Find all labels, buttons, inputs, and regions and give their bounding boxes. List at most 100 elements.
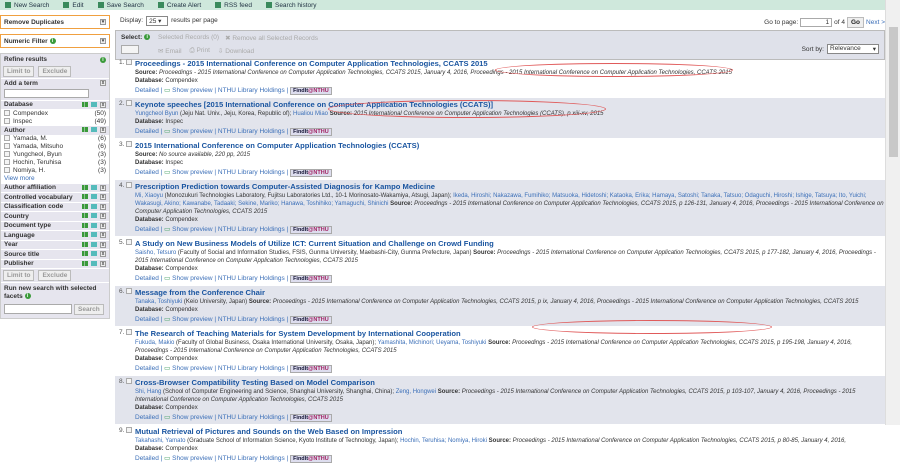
- preview-icon[interactable]: ▭: [164, 128, 170, 135]
- add-term-input[interactable]: [4, 88, 89, 98]
- chart-icon[interactable]: [82, 251, 88, 257]
- export-icon[interactable]: [91, 127, 97, 133]
- preview-icon[interactable]: ▭: [164, 365, 170, 372]
- collapse-icon[interactable]: x: [100, 127, 106, 134]
- remove-duplicates-panel[interactable]: Remove Duplicates ▾: [0, 15, 110, 29]
- select-all-dropdown[interactable]: [121, 45, 139, 54]
- export-icon[interactable]: [91, 203, 97, 209]
- result-checkbox[interactable]: [126, 329, 133, 336]
- result-title-link[interactable]: Prescription Prediction towards Computer…: [135, 182, 885, 191]
- checkbox[interactable]: [4, 143, 10, 150]
- facet-item[interactable]: Compendex (50): [1, 109, 109, 117]
- sort-select[interactable]: Relevance ▾: [827, 44, 879, 54]
- findit-button[interactable]: FindIt@NTHU: [290, 87, 332, 95]
- toolbar-item-2[interactable]: Save Search: [97, 2, 144, 9]
- view-more-link[interactable]: View more: [4, 175, 35, 182]
- detailed-link[interactable]: Detailed: [135, 226, 159, 233]
- facet-heading[interactable]: Year x: [1, 239, 109, 250]
- facet-search-input[interactable]: [4, 304, 72, 314]
- expand-icon[interactable]: x: [100, 222, 106, 229]
- preview-icon[interactable]: ▭: [164, 226, 170, 233]
- preview-icon[interactable]: ▭: [164, 316, 170, 323]
- chart-icon[interactable]: [82, 232, 88, 238]
- holdings-link[interactable]: NTHU Library Holdings: [218, 316, 285, 323]
- chart-icon[interactable]: [82, 222, 88, 228]
- search-button[interactable]: Search: [74, 304, 104, 315]
- expand-icon[interactable]: ▾: [100, 19, 106, 25]
- chart-icon[interactable]: [82, 213, 88, 219]
- show-preview-link[interactable]: Show preview: [172, 87, 212, 94]
- preview-icon[interactable]: ▭: [164, 414, 170, 421]
- expand-icon[interactable]: x: [100, 232, 106, 239]
- preview-icon[interactable]: ▭: [164, 275, 170, 282]
- holdings-link[interactable]: NTHU Library Holdings: [218, 169, 285, 176]
- preview-icon[interactable]: ▭: [164, 169, 170, 176]
- checkbox[interactable]: [4, 117, 10, 124]
- info-icon[interactable]: i: [144, 34, 151, 41]
- facet-heading[interactable]: Country x: [1, 211, 109, 221]
- show-preview-link[interactable]: Show preview: [172, 414, 212, 421]
- chart-icon[interactable]: [82, 260, 88, 266]
- facet-item[interactable]: Nomiya, H. (3): [1, 166, 109, 175]
- findit-button[interactable]: FindIt@NTHU: [290, 365, 332, 373]
- holdings-link[interactable]: NTHU Library Holdings: [218, 275, 285, 282]
- result-checkbox[interactable]: [126, 288, 133, 295]
- author-link[interactable]: Yungcheol Byun: [135, 111, 178, 117]
- show-preview-link[interactable]: Show preview: [172, 226, 212, 233]
- expand-icon[interactable]: x: [100, 184, 106, 191]
- preview-icon[interactable]: ▭: [164, 87, 170, 94]
- author-link[interactable]: Shi, Hang: [135, 389, 161, 395]
- facet-heading[interactable]: Language x: [1, 230, 109, 240]
- checkbox[interactable]: [4, 151, 10, 158]
- facet-item[interactable]: Yungcheol, Byun (3): [1, 150, 109, 159]
- holdings-link[interactable]: NTHU Library Holdings: [218, 87, 285, 94]
- holdings-link[interactable]: NTHU Library Holdings: [218, 365, 285, 372]
- checkbox[interactable]: [4, 167, 10, 174]
- author-link[interactable]: Fukuda, Makio: [135, 340, 174, 346]
- scrollbar-thumb[interactable]: [889, 27, 898, 157]
- checkbox[interactable]: [4, 159, 10, 166]
- findit-button[interactable]: FindIt@NTHU: [290, 414, 332, 422]
- facet-item[interactable]: Yamada, M. (6): [1, 134, 109, 143]
- collapse-icon[interactable]: x: [100, 101, 106, 108]
- chart-icon[interactable]: [82, 127, 88, 133]
- result-checkbox[interactable]: [126, 141, 133, 148]
- expand-icon[interactable]: x: [100, 260, 106, 267]
- holdings-link[interactable]: NTHU Library Holdings: [218, 226, 285, 233]
- remove-selected-button[interactable]: ✖ Remove all Selected Records: [225, 34, 318, 42]
- result-title-link[interactable]: Message from the Conference Chair: [135, 288, 885, 297]
- author-link[interactable]: Tanaka, Toshiyuki: [135, 299, 182, 305]
- result-title-link[interactable]: 2015 International Conference on Compute…: [135, 141, 885, 150]
- findit-button[interactable]: FindIt@NTHU: [290, 455, 332, 463]
- findit-button[interactable]: FindIt@NTHU: [290, 128, 332, 136]
- info-icon[interactable]: i: [49, 37, 56, 44]
- chart-icon[interactable]: [82, 203, 88, 209]
- limit-to-button[interactable]: Limit to: [3, 66, 35, 77]
- selected-records[interactable]: Selected Records (0): [158, 34, 219, 42]
- author-link[interactable]: Yamashita, Michinori; Ueyama, Toshiyuki: [378, 340, 487, 346]
- author-link[interactable]: Mi, Xiaoyu: [135, 193, 163, 199]
- result-checkbox[interactable]: [126, 100, 133, 107]
- expand-icon[interactable]: ▾: [100, 38, 106, 44]
- facet-heading[interactable]: Author affiliation x: [1, 182, 109, 193]
- limit-to-button-bottom[interactable]: Limit to: [3, 270, 35, 281]
- export-icon[interactable]: [91, 194, 97, 200]
- info-icon[interactable]: i: [100, 56, 106, 63]
- next-page-link[interactable]: Next >: [866, 19, 885, 26]
- result-title-link[interactable]: Cross-Browser Compatibility Testing Base…: [135, 378, 885, 387]
- result-checkbox[interactable]: [126, 378, 133, 385]
- show-preview-link[interactable]: Show preview: [172, 316, 212, 323]
- findit-button[interactable]: FindIt@NTHU: [290, 169, 332, 177]
- export-icon[interactable]: [91, 251, 97, 257]
- author-link[interactable]: Saisho, Tetsuro: [135, 250, 176, 256]
- show-preview-link[interactable]: Show preview: [172, 169, 212, 176]
- export-icon[interactable]: [91, 184, 97, 190]
- detailed-link[interactable]: Detailed: [135, 275, 159, 282]
- preview-icon[interactable]: ▭: [164, 455, 170, 462]
- holdings-link[interactable]: NTHU Library Holdings: [218, 414, 285, 421]
- export-icon[interactable]: [91, 260, 97, 266]
- author-link[interactable]: Zeng, Hongwei: [396, 389, 436, 395]
- findit-button[interactable]: FindIt@NTHU: [290, 226, 332, 234]
- chart-icon[interactable]: [82, 241, 88, 247]
- toolbar-item-0[interactable]: New Search: [5, 2, 49, 9]
